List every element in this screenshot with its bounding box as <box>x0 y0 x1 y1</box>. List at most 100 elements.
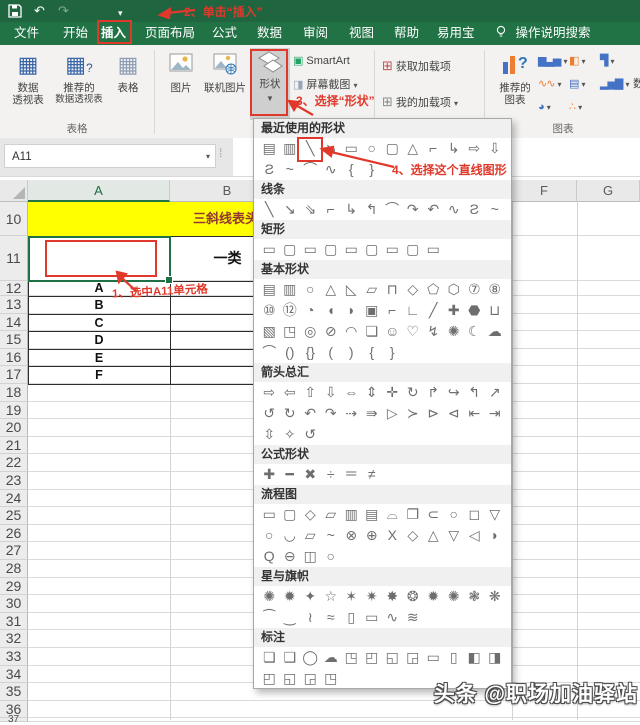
shape-item[interactable]: ◱ <box>382 647 403 668</box>
row-header-26[interactable]: 26 <box>0 525 28 543</box>
shape-item[interactable]: ◳ <box>280 321 301 342</box>
shape-item[interactable]: ▢ <box>362 239 383 260</box>
column-chart-icon[interactable]: ▆▃▅ ▾ <box>538 50 569 73</box>
shape-item[interactable]: ↪ <box>444 382 465 403</box>
shape-item[interactable]: ▭ <box>362 607 383 628</box>
cell-A15[interactable]: D <box>28 331 170 349</box>
shape-item[interactable]: ⬡ <box>444 279 465 300</box>
row-header-25[interactable]: 25 <box>0 507 28 525</box>
shape-item[interactable]: {} <box>300 342 321 363</box>
undo-icon[interactable]: ↶ <box>34 1 45 21</box>
shape-item[interactable]: ▭ <box>259 239 280 260</box>
row-header-35[interactable]: 35 <box>0 683 28 701</box>
select-all-corner[interactable] <box>0 180 28 202</box>
shape-item[interactable]: ⌐ <box>423 138 444 159</box>
shape-item[interactable]: ⌒ <box>382 199 403 220</box>
shape-item[interactable]: ∟ <box>403 300 424 321</box>
shape-item[interactable]: ◔ <box>300 300 321 321</box>
shape-item[interactable]: ↱ <box>423 382 444 403</box>
shape-item[interactable]: ◇ <box>403 525 424 546</box>
row-header-28[interactable]: 28 <box>0 560 28 578</box>
shape-item[interactable]: ▭ <box>341 138 362 159</box>
shape-item[interactable]: ○ <box>444 504 465 525</box>
shape-item[interactable]: ⊔ <box>485 300 506 321</box>
shape-item[interactable]: ▤ <box>259 138 280 159</box>
shape-item[interactable]: ❋ <box>485 586 506 607</box>
shape-item[interactable]: ▱ <box>321 504 342 525</box>
menu-tab-页面布局[interactable]: 页面布局 <box>145 22 195 45</box>
row-header-27[interactable]: 27 <box>0 542 28 560</box>
shape-item[interactable]: ❐ <box>403 504 424 525</box>
shape-item[interactable]: ○ <box>362 138 383 159</box>
menu-tab-视图[interactable]: 视图 <box>349 22 374 45</box>
row-header-22[interactable]: 22 <box>0 454 28 472</box>
column-header-F[interactable]: F <box>512 180 577 202</box>
shape-item[interactable]: ✸ <box>382 586 403 607</box>
yellow-merged-header-cell[interactable]: 三斜线表头 <box>28 202 285 236</box>
shape-item[interactable]: ✚ <box>259 464 280 485</box>
shape-item[interactable]: ▥ <box>280 279 301 300</box>
table-button[interactable]: ▦ 表格 <box>108 48 148 94</box>
shape-item[interactable]: ⊲ <box>444 403 465 424</box>
shape-item[interactable]: Ƨ <box>259 159 280 180</box>
shape-item[interactable]: { <box>341 159 362 180</box>
shape-item[interactable]: ❃ <box>464 586 485 607</box>
shape-item[interactable]: ✺ <box>259 586 280 607</box>
shape-item[interactable]: () <box>280 342 301 363</box>
shape-item[interactable]: ✺ <box>444 321 465 342</box>
shape-item[interactable]: △ <box>423 525 444 546</box>
shape-item[interactable]: ◳ <box>341 647 362 668</box>
shape-item[interactable]: ⌓ <box>382 504 403 525</box>
shape-item[interactable]: ◻ <box>464 504 485 525</box>
row-header-19[interactable]: 19 <box>0 402 28 420</box>
shape-item[interactable]: ) <box>341 342 362 363</box>
shape-item[interactable]: ◠ <box>341 321 362 342</box>
shape-item[interactable]: ⬣ <box>464 300 485 321</box>
shape-item[interactable]: ( <box>321 342 342 363</box>
shape-item[interactable]: ✷ <box>362 586 383 607</box>
shape-item[interactable]: ↺ <box>300 424 321 445</box>
shape-item[interactable]: ~ <box>280 159 301 180</box>
shape-item[interactable]: ❑ <box>280 647 301 668</box>
shape-item[interactable]: ⇧ <box>300 382 321 403</box>
shape-item[interactable]: ✺ <box>444 586 465 607</box>
shape-item[interactable]: ⇩ <box>321 382 342 403</box>
row-header-33[interactable]: 33 <box>0 648 28 666</box>
row-header-20[interactable]: 20 <box>0 419 28 437</box>
shape-item[interactable]: ◗ <box>341 300 362 321</box>
shape-item[interactable]: ⇤ <box>464 403 485 424</box>
shape-item[interactable]: ◇ <box>300 504 321 525</box>
shape-item[interactable]: ▢ <box>403 239 424 260</box>
shape-item[interactable]: ⑩ <box>259 300 280 321</box>
row-header-14[interactable]: 14 <box>0 314 28 332</box>
shape-item[interactable]: ∿ <box>444 199 465 220</box>
row-header-37[interactable]: 37 <box>0 718 28 722</box>
shape-item[interactable]: Q <box>259 546 280 567</box>
shape-item[interactable]: ○ <box>321 546 342 567</box>
menu-tab-开始[interactable]: 开始 <box>63 22 88 45</box>
shape-item[interactable]: ▤ <box>259 279 280 300</box>
shape-item[interactable]: ▢ <box>382 138 403 159</box>
shape-item[interactable]: ☁ <box>485 321 506 342</box>
recommended-chart-button[interactable]: ? 推荐的 图表 <box>492 48 538 106</box>
menu-tab-文件[interactable]: 文件 <box>14 22 39 45</box>
shape-item[interactable]: ━ <box>280 464 301 485</box>
shape-item[interactable]: ▢ <box>321 239 342 260</box>
shape-item[interactable]: ❂ <box>403 586 424 607</box>
shape-item[interactable]: ⇨ <box>464 138 485 159</box>
shapes-button[interactable]: 形状 ▼ <box>250 48 290 120</box>
shape-item[interactable]: ╱ <box>423 300 444 321</box>
clipped-right-button[interactable]: 数 <box>633 75 640 91</box>
cell-A14[interactable]: C <box>28 314 170 332</box>
row-header-15[interactable]: 15 <box>0 331 28 349</box>
search-area[interactable]: 操作说明搜索 <box>495 22 590 45</box>
shape-item[interactable]: ⇢ <box>341 403 362 424</box>
shape-item[interactable]: ⊂ <box>423 504 444 525</box>
shape-item[interactable]: ▽ <box>444 525 465 546</box>
menu-tab-插入[interactable]: 插入 <box>101 22 126 45</box>
menu-tab-易用宝[interactable]: 易用宝 <box>437 22 475 45</box>
shape-item[interactable]: ⑫ <box>280 300 301 321</box>
shape-item[interactable]: ⑧ <box>485 279 506 300</box>
shape-item[interactable]: ≈ <box>321 607 342 628</box>
shape-item[interactable]: ◁ <box>464 525 485 546</box>
